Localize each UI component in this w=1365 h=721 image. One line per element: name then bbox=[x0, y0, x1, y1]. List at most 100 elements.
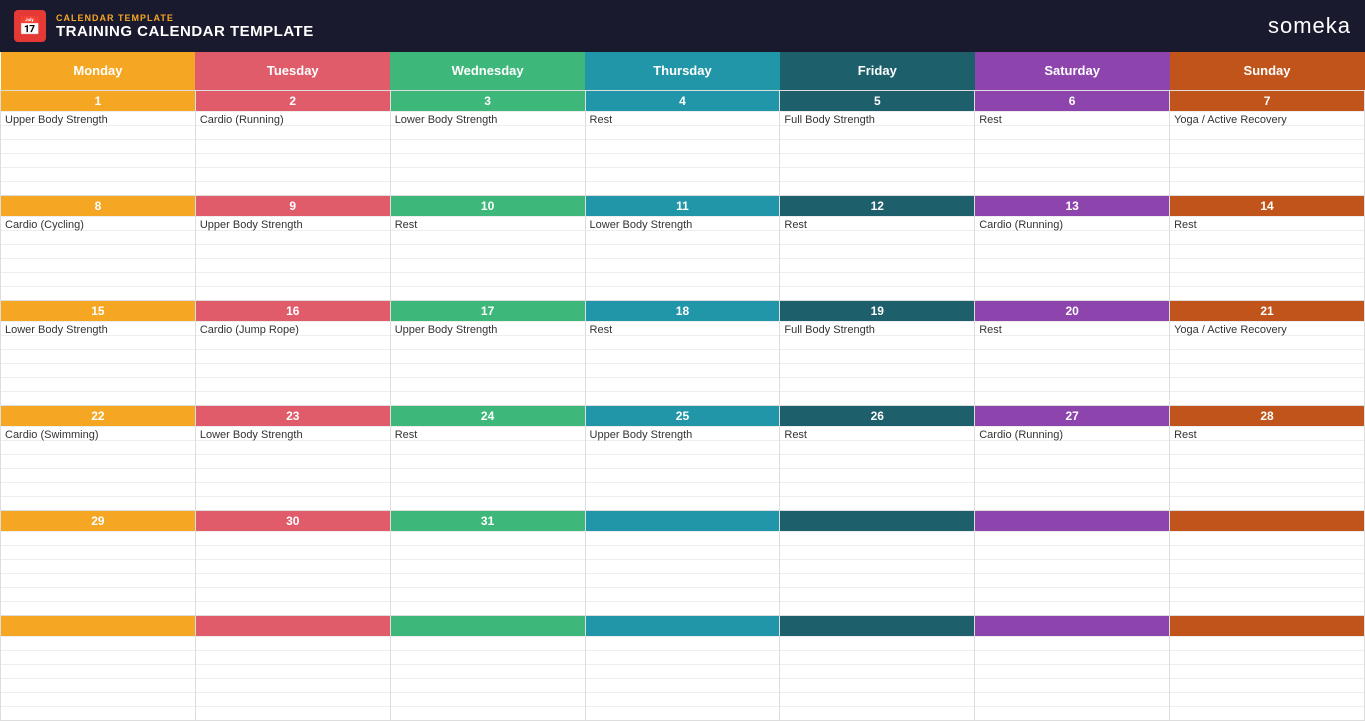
empty-line-w6-d4-3 bbox=[586, 692, 780, 706]
activity-w6-d4 bbox=[586, 636, 780, 650]
day-cell-w4-d1: 22Cardio (Swimming) bbox=[1, 405, 196, 510]
empty-line-w1-d4-1 bbox=[586, 139, 780, 153]
empty-line-w6-d3-3 bbox=[391, 692, 585, 706]
day-cell-w1-d5: 5Full Body Strength bbox=[780, 90, 975, 195]
activity-w3-d4: Rest bbox=[586, 321, 780, 335]
activity-w3-d3: Upper Body Strength bbox=[391, 321, 585, 335]
header-wednesday: Wednesday bbox=[390, 52, 585, 90]
empty-line-w6-d7-0 bbox=[1170, 650, 1364, 664]
empty-line-w5-d6-3 bbox=[975, 587, 1169, 601]
day-cell-w5-d4 bbox=[585, 510, 780, 615]
empty-line-w6-d4-4 bbox=[586, 706, 780, 720]
empty-line-w1-d1-4 bbox=[1, 181, 195, 195]
week-row-4: 22Cardio (Swimming)23Lower Body Strength… bbox=[1, 405, 1365, 510]
day-cell-w5-d6 bbox=[975, 510, 1170, 615]
date-number-w4-d2: 23 bbox=[196, 406, 390, 426]
date-number-w5-d1: 29 bbox=[1, 511, 195, 531]
empty-line-w3-d7-2 bbox=[1170, 363, 1364, 377]
empty-line-w5-d3-0 bbox=[391, 545, 585, 559]
empty-line-w4-d3-1 bbox=[391, 454, 585, 468]
empty-line-w2-d1-2 bbox=[1, 258, 195, 272]
empty-line-w5-d7-1 bbox=[1170, 559, 1364, 573]
empty-line-w3-d3-4 bbox=[391, 391, 585, 405]
activity-w2-d6: Cardio (Running) bbox=[975, 216, 1169, 230]
date-number-w3-d4: 18 bbox=[586, 301, 780, 321]
empty-line-w4-d7-4 bbox=[1170, 496, 1364, 510]
activity-w5-d4 bbox=[586, 531, 780, 545]
empty-line-w5-d3-2 bbox=[391, 573, 585, 587]
empty-line-w6-d6-4 bbox=[975, 706, 1169, 720]
day-cell-w2-d5: 12Rest bbox=[780, 195, 975, 300]
empty-line-w2-d3-0 bbox=[391, 230, 585, 244]
empty-line-w3-d4-3 bbox=[586, 377, 780, 391]
empty-line-w1-d5-0 bbox=[780, 125, 974, 139]
activity-w3-d6: Rest bbox=[975, 321, 1169, 335]
empty-line-w2-d1-4 bbox=[1, 286, 195, 300]
date-number-w2-d4: 11 bbox=[586, 196, 780, 216]
empty-line-w3-d4-1 bbox=[586, 349, 780, 363]
empty-line-w3-d5-2 bbox=[780, 363, 974, 377]
day-cell-w6-d1 bbox=[1, 615, 196, 720]
day-cell-w6-d7 bbox=[1170, 615, 1365, 720]
date-number-w2-d3: 10 bbox=[391, 196, 585, 216]
empty-line-w3-d2-0 bbox=[196, 335, 390, 349]
activity-w5-d2 bbox=[196, 531, 390, 545]
activity-w2-d7: Rest bbox=[1170, 216, 1364, 230]
empty-line-w3-d5-1 bbox=[780, 349, 974, 363]
empty-line-w3-d6-1 bbox=[975, 349, 1169, 363]
empty-line-w4-d6-0 bbox=[975, 440, 1169, 454]
activity-w1-d6: Rest bbox=[975, 111, 1169, 125]
date-number-w6-d5 bbox=[780, 616, 974, 636]
day-cell-w6-d4 bbox=[585, 615, 780, 720]
empty-line-w6-d5-1 bbox=[780, 664, 974, 678]
empty-line-w4-d5-4 bbox=[780, 496, 974, 510]
activity-w6-d7 bbox=[1170, 636, 1364, 650]
date-number-w3-d7: 21 bbox=[1170, 301, 1364, 321]
activity-w5-d5 bbox=[780, 531, 974, 545]
week-row-1: 1Upper Body Strength2Cardio (Running)3Lo… bbox=[1, 90, 1365, 195]
date-number-w5-d3: 31 bbox=[391, 511, 585, 531]
empty-line-w2-d2-3 bbox=[196, 272, 390, 286]
empty-line-w6-d3-1 bbox=[391, 664, 585, 678]
week-row-5: 293031 bbox=[1, 510, 1365, 615]
empty-line-w1-d1-0 bbox=[1, 125, 195, 139]
week-row-3: 15Lower Body Strength16Cardio (Jump Rope… bbox=[1, 300, 1365, 405]
empty-line-w3-d6-4 bbox=[975, 391, 1169, 405]
empty-line-w1-d2-3 bbox=[196, 167, 390, 181]
day-cell-w3-d5: 19Full Body Strength bbox=[780, 300, 975, 405]
date-number-w2-d1: 8 bbox=[1, 196, 195, 216]
empty-line-w5-d4-4 bbox=[586, 601, 780, 615]
empty-line-w5-d6-2 bbox=[975, 573, 1169, 587]
date-number-w6-d3 bbox=[391, 616, 585, 636]
empty-line-w3-d4-4 bbox=[586, 391, 780, 405]
empty-line-w1-d1-3 bbox=[1, 167, 195, 181]
date-number-w1-d4: 4 bbox=[586, 91, 780, 111]
empty-line-w5-d4-1 bbox=[586, 559, 780, 573]
empty-line-w6-d1-4 bbox=[1, 706, 195, 720]
empty-line-w2-d3-3 bbox=[391, 272, 585, 286]
empty-line-w6-d1-2 bbox=[1, 678, 195, 692]
empty-line-w1-d5-1 bbox=[780, 139, 974, 153]
date-number-w1-d6: 6 bbox=[975, 91, 1169, 111]
empty-line-w6-d2-4 bbox=[196, 706, 390, 720]
day-cell-w3-d2: 16Cardio (Jump Rope) bbox=[195, 300, 390, 405]
date-number-w6-d7 bbox=[1170, 616, 1364, 636]
empty-line-w6-d7-2 bbox=[1170, 678, 1364, 692]
empty-line-w1-d5-2 bbox=[780, 153, 974, 167]
day-header-row: Monday Tuesday Wednesday Thursday Friday… bbox=[1, 52, 1365, 90]
date-number-w6-d4 bbox=[586, 616, 780, 636]
empty-line-w6-d7-3 bbox=[1170, 692, 1364, 706]
empty-line-w2-d1-0 bbox=[1, 230, 195, 244]
empty-line-w4-d6-3 bbox=[975, 482, 1169, 496]
empty-line-w4-d1-3 bbox=[1, 482, 195, 496]
day-cell-w6-d5 bbox=[780, 615, 975, 720]
empty-line-w6-d1-3 bbox=[1, 692, 195, 706]
empty-line-w2-d2-2 bbox=[196, 258, 390, 272]
empty-line-w3-d3-2 bbox=[391, 363, 585, 377]
activity-w4-d6: Cardio (Running) bbox=[975, 426, 1169, 440]
calendar-table: Monday Tuesday Wednesday Thursday Friday… bbox=[0, 52, 1365, 721]
empty-line-w2-d5-2 bbox=[780, 258, 974, 272]
empty-line-w2-d4-0 bbox=[586, 230, 780, 244]
day-cell-w6-d6 bbox=[975, 615, 1170, 720]
activity-w1-d5: Full Body Strength bbox=[780, 111, 974, 125]
